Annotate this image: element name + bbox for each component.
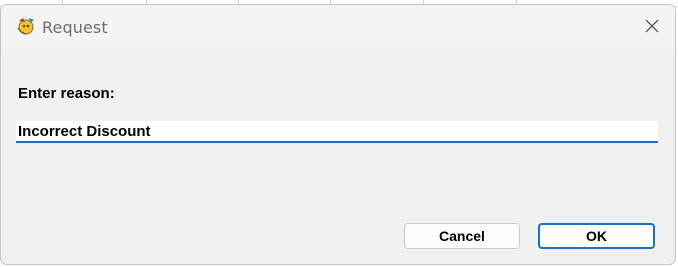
app-logo-icon	[15, 16, 37, 36]
title-bar[interactable]: Request	[1, 5, 675, 49]
reason-input[interactable]	[16, 121, 658, 143]
close-button[interactable]	[629, 5, 675, 49]
close-icon	[645, 19, 659, 33]
ok-button[interactable]: OK	[538, 223, 655, 249]
cancel-button[interactable]: Cancel	[404, 223, 520, 249]
dialog-title: Request	[42, 18, 108, 37]
request-dialog: Request Enter reason: Cancel OK	[0, 4, 676, 265]
reason-prompt-label: Enter reason:	[18, 85, 115, 102]
